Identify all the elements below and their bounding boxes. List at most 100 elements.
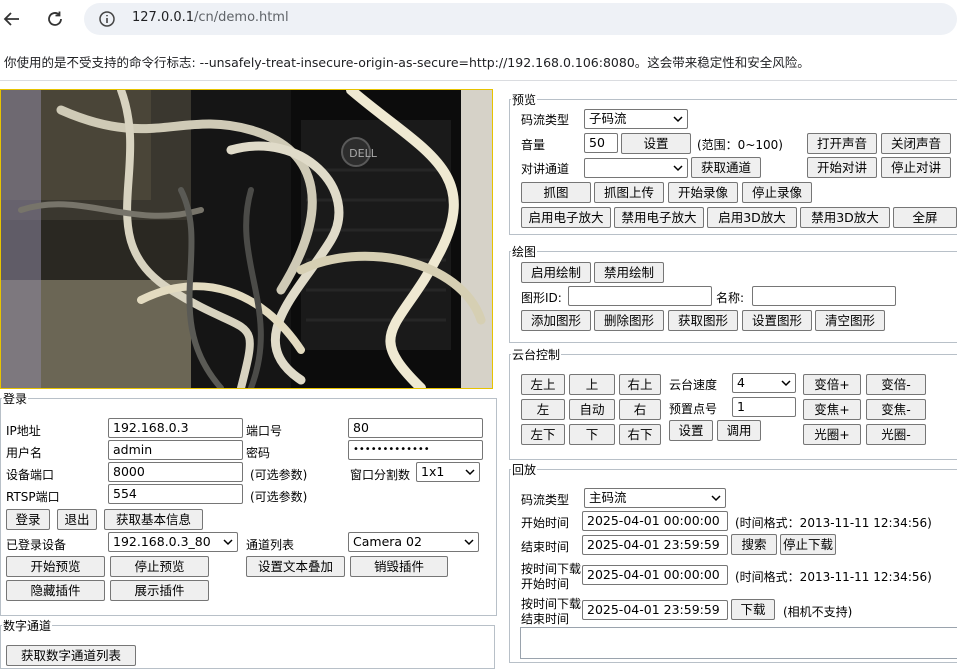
ptz-left-button[interactable]: 左 — [521, 399, 565, 420]
video-preview-window[interactable]: DELL — [0, 89, 493, 389]
username-label: 用户名 — [6, 446, 43, 460]
set-text-overlay-button[interactable]: 设置文本叠加 — [246, 556, 345, 577]
username-input[interactable]: admin — [108, 440, 243, 460]
ptz-down-button[interactable]: 下 — [569, 424, 615, 445]
iris-in-button[interactable]: 光圈+ — [803, 424, 861, 445]
get-digital-channel-list-button[interactable]: 获取数字通道列表 — [6, 645, 136, 666]
get-basic-info-button[interactable]: 获取基本信息 — [104, 509, 203, 530]
search-button[interactable]: 搜索 — [731, 534, 777, 555]
start-record-button[interactable]: 开始录像 — [668, 182, 738, 203]
download-end-time-input[interactable]: 2025-04-01 23:59:59 — [582, 600, 728, 620]
stop-record-button[interactable]: 停止录像 — [742, 182, 812, 203]
enable-draw-button[interactable]: 启用绘制 — [521, 262, 591, 283]
ptz-speed-select[interactable]: 4 — [732, 373, 796, 393]
set-shape-button[interactable]: 设置图形 — [742, 310, 812, 331]
capture-upload-button[interactable]: 抓图上传 — [594, 182, 664, 203]
port-input[interactable]: 80 — [348, 418, 483, 438]
window-split-label: 窗口分割数 — [350, 468, 411, 482]
playback-time-format-hint: (时间格式：2013-11-11 12:34:56) — [735, 516, 932, 530]
get-shape-button[interactable]: 获取图形 — [668, 310, 738, 331]
preview-stream-type-label: 码流类型 — [521, 113, 570, 127]
password-label: 密码 — [246, 446, 271, 460]
ptz-speed-label: 云台速度 — [669, 378, 718, 392]
enable-3dzoom-button[interactable]: 启用3D放大 — [707, 207, 797, 228]
logged-devices-value: 192.168.0.3_80 — [113, 534, 211, 549]
destroy-plugin-button[interactable]: 销毁插件 — [350, 556, 448, 577]
ptz-up-button[interactable]: 上 — [569, 374, 615, 395]
talk-channel-select[interactable] — [584, 158, 688, 178]
ptz-up-left-button[interactable]: 左上 — [521, 374, 565, 395]
preset-call-button[interactable]: 调用 — [717, 420, 761, 441]
logout-button[interactable]: 退出 — [57, 509, 97, 530]
playback-stream-type-select[interactable]: 主码流 — [584, 488, 726, 508]
get-channel-button[interactable]: 获取通道 — [691, 157, 761, 178]
rtsp-port-input[interactable]: 554 — [108, 484, 243, 504]
chevron-down-icon — [711, 495, 721, 502]
chevron-down-icon — [673, 116, 683, 123]
focus-in-button[interactable]: 变焦+ — [803, 399, 861, 420]
preset-number-label: 预置点号 — [669, 402, 718, 416]
close-sound-button[interactable]: 关闭声音 — [881, 133, 951, 154]
ip-input[interactable]: 192.168.0.3 — [108, 418, 243, 438]
fullscreen-button[interactable]: 全屏 — [893, 207, 957, 228]
ptz-legend: 云台控制 — [512, 348, 561, 362]
playback-end-time-label: 结束时间 — [521, 540, 570, 554]
reload-icon[interactable] — [43, 7, 67, 31]
ptz-right-button[interactable]: 右 — [619, 399, 661, 420]
volume-set-button[interactable]: 设置 — [621, 133, 691, 154]
zoom-in-button[interactable]: 变倍+ — [803, 374, 861, 395]
playback-start-time-input[interactable]: 2025-04-01 00:00:00 — [582, 511, 728, 531]
playback-stream-type-label: 码流类型 — [521, 493, 570, 507]
playback-end-time-input[interactable]: 2025-04-01 23:59:59 — [582, 535, 728, 555]
password-input[interactable]: ••••••••••••• — [348, 440, 483, 460]
window-split-select[interactable]: 1x1 — [416, 462, 480, 482]
iris-out-button[interactable]: 光圈- — [866, 424, 926, 445]
preview-stream-type-select[interactable]: 子码流 — [584, 109, 688, 129]
playback-result-list[interactable] — [520, 627, 957, 659]
device-port-input[interactable]: 8000 — [108, 462, 243, 482]
login-button[interactable]: 登录 — [6, 509, 50, 530]
volume-input[interactable]: 50 — [584, 133, 618, 153]
start-talk-button[interactable]: 开始对讲 — [807, 157, 877, 178]
focus-out-button[interactable]: 变焦- — [866, 399, 926, 420]
stop-preview-button[interactable]: 停止预览 — [110, 556, 209, 577]
preset-set-button[interactable]: 设置 — [669, 420, 713, 441]
channel-list-select[interactable]: Camera 02 — [348, 532, 479, 552]
warning-text: 你使用的是不受支持的命令行标志: --unsafely-treat-insecu… — [4, 55, 810, 70]
add-shape-button[interactable]: 添加图形 — [521, 310, 591, 331]
ptz-auto-button[interactable]: 自动 — [569, 399, 615, 420]
start-preview-button[interactable]: 开始预览 — [6, 556, 105, 577]
port-label: 端口号 — [246, 424, 283, 438]
shape-id-input[interactable] — [568, 286, 712, 306]
clear-shape-button[interactable]: 清空图形 — [815, 310, 885, 331]
enable-ezoom-button[interactable]: 启用电子放大 — [521, 207, 611, 228]
chevron-down-icon — [673, 165, 683, 172]
download-start-time-input[interactable]: 2025-04-01 00:00:00 — [582, 565, 728, 585]
ptz-up-right-button[interactable]: 右上 — [619, 374, 661, 395]
back-arrow-icon[interactable] — [0, 7, 24, 31]
hide-plugin-button[interactable]: 隐藏插件 — [6, 580, 105, 601]
disable-draw-button[interactable]: 禁用绘制 — [594, 262, 664, 283]
disable-3dzoom-button[interactable]: 禁用3D放大 — [800, 207, 890, 228]
url-text[interactable]: 127.0.0.1/cn/demo.html — [132, 10, 289, 25]
preview-legend: 预览 — [512, 93, 537, 107]
open-sound-button[interactable]: 打开声音 — [807, 133, 877, 154]
download-button[interactable]: 下载 — [731, 599, 775, 620]
delete-shape-button[interactable]: 删除图形 — [594, 310, 664, 331]
stop-talk-button[interactable]: 停止对讲 — [881, 157, 951, 178]
shape-name-label: 名称: — [716, 291, 745, 305]
capture-button[interactable]: 抓图 — [521, 182, 591, 203]
show-plugin-button[interactable]: 展示插件 — [110, 580, 209, 601]
ptz-down-right-button[interactable]: 右下 — [619, 424, 661, 445]
shape-name-input[interactable] — [752, 286, 896, 306]
logged-devices-select[interactable]: 192.168.0.3_80 — [108, 532, 238, 552]
stop-download-button[interactable]: 停止下载 — [780, 534, 836, 555]
playback-legend: 回放 — [512, 463, 537, 477]
download-end-label-line2: 结束时间 — [521, 612, 570, 626]
disable-ezoom-button[interactable]: 禁用电子放大 — [614, 207, 704, 228]
ptz-speed-value: 4 — [737, 375, 745, 390]
zoom-out-button[interactable]: 变倍- — [866, 374, 926, 395]
preset-number-input[interactable]: 1 — [732, 397, 796, 417]
ptz-down-left-button[interactable]: 左下 — [521, 424, 565, 445]
site-info-icon[interactable] — [98, 10, 116, 28]
